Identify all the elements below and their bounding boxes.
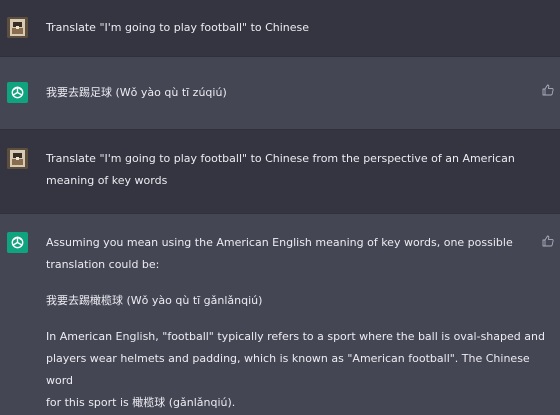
message-line: Translate "I'm going to play football" t… xyxy=(46,152,515,165)
message-line: 我要去踢足球 (Wǒ yào qù tī zúqiú) xyxy=(46,86,227,99)
message-line: 我要去踢橄榄球 (Wǒ yào qù tī gǎnlǎnqiú) xyxy=(46,294,263,307)
user-avatar-icon xyxy=(7,148,28,169)
user-avatar-icon xyxy=(7,17,28,38)
message-text: Translate "I'm going to play football" t… xyxy=(46,17,546,39)
assistant-message: 我要去踢足球 (Wǒ yào qù tī zúqiú) xyxy=(0,57,560,129)
user-message: Translate "I'm going to play football" t… xyxy=(0,0,560,56)
message-line: Assuming you mean using the American Eng… xyxy=(46,236,513,249)
message-line: players wear helmets and padding, which … xyxy=(46,352,530,387)
thumbs-up-icon[interactable] xyxy=(542,84,554,96)
chat-thread: Translate "I'm going to play football" t… xyxy=(0,0,560,415)
message-line: In American English, "football" typicall… xyxy=(46,330,545,343)
message-text: Translate "I'm going to play football" t… xyxy=(46,148,546,192)
openai-logo-icon xyxy=(7,82,28,103)
message-text: 我要去踢足球 (Wǒ yào qù tī zúqiú) xyxy=(46,82,546,104)
thumbs-up-icon[interactable] xyxy=(542,235,554,247)
message-line: meaning of key words xyxy=(46,174,168,187)
openai-logo-icon xyxy=(7,232,28,253)
message-line: translation could be: xyxy=(46,258,160,271)
message-line: Translate "I'm going to play football" t… xyxy=(46,21,310,34)
assistant-message: Assuming you mean using the American Eng… xyxy=(0,214,560,415)
user-message: Translate "I'm going to play football" t… xyxy=(0,130,560,213)
message-text: Assuming you mean using the American Eng… xyxy=(46,232,546,414)
message-line: for this sport is 橄榄球 (gǎnlǎnqiú). xyxy=(46,396,236,409)
